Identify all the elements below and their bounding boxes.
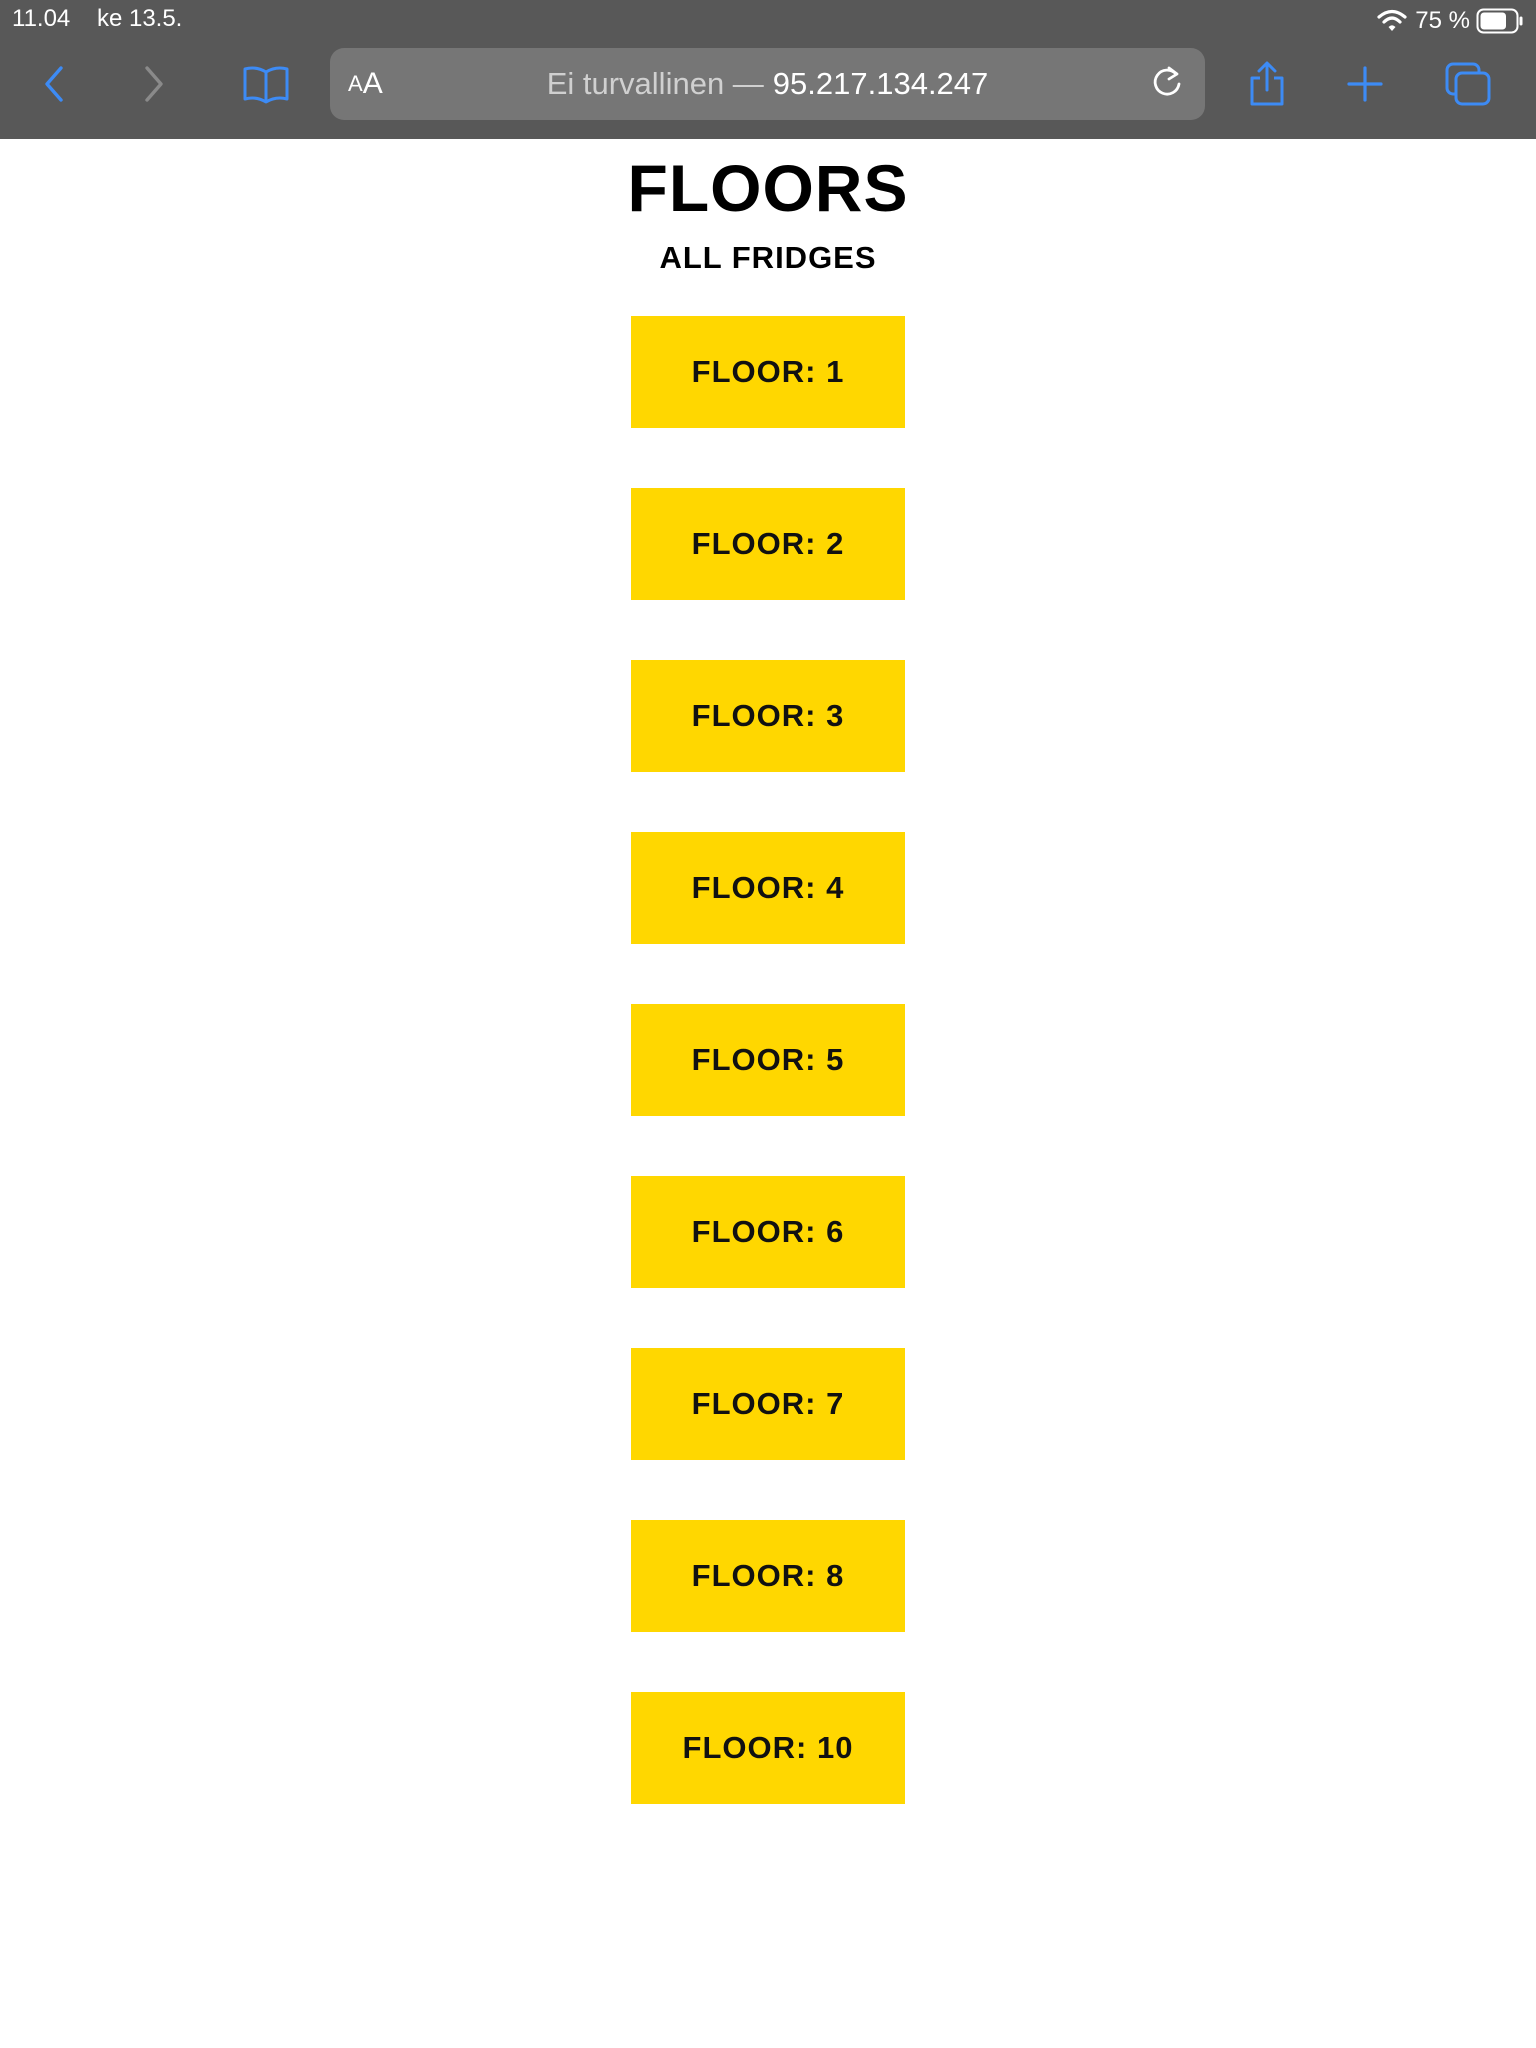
floor-button[interactable]: FLOOR: 6 xyxy=(631,1176,905,1288)
forward-button[interactable] xyxy=(126,56,182,112)
floor-button[interactable]: FLOOR: 3 xyxy=(631,660,905,772)
security-label: Ei turvallinen — xyxy=(546,66,764,101)
status-indicators: 75 % xyxy=(1377,5,1524,37)
status-time: 11.04 ke 13.5. xyxy=(12,5,182,33)
floor-button[interactable]: FLOOR: 1 xyxy=(631,316,905,428)
new-tab-button[interactable] xyxy=(1337,56,1393,112)
floor-button[interactable]: FLOOR: 8 xyxy=(631,1520,905,1632)
address-bar[interactable]: A A Ei turvallinen — 95.217.134.247 xyxy=(330,48,1205,120)
tabs-icon xyxy=(1444,61,1492,107)
url-display[interactable]: Ei turvallinen — 95.217.134.247 xyxy=(330,48,1205,120)
floor-list: FLOOR: 1 FLOOR: 2 FLOOR: 3 FLOOR: 4 FLOOR: 5… xyxy=(631,316,905,1864)
battery-icon xyxy=(1476,8,1524,34)
status-date: ke 13.5. xyxy=(96,5,183,32)
page-title: FLOORS xyxy=(627,151,909,225)
reload-icon xyxy=(1149,64,1185,105)
tabs-button[interactable] xyxy=(1440,56,1496,112)
wifi-icon xyxy=(1377,9,1407,33)
book-icon xyxy=(242,64,290,104)
floor-button[interactable]: FLOOR: 2 xyxy=(631,488,905,600)
bookmarks-button[interactable] xyxy=(238,56,294,112)
floor-button[interactable]: FLOOR: 5 xyxy=(631,1004,905,1116)
plus-icon xyxy=(1345,64,1385,104)
share-icon xyxy=(1247,60,1287,108)
page-subtitle: ALL FRIDGES xyxy=(659,240,877,275)
reload-button[interactable] xyxy=(1143,60,1191,108)
floor-button[interactable]: FLOOR: 4 xyxy=(631,832,905,944)
browser-chrome: 11.04 ke 13.5. 75 % A A Ei turvallinen —… xyxy=(0,0,1536,139)
back-button[interactable] xyxy=(26,56,82,112)
floor-button[interactable]: FLOOR: 10 xyxy=(631,1692,905,1804)
chevron-left-icon xyxy=(39,64,69,104)
battery-percent: 75 % xyxy=(1415,7,1470,34)
chevron-right-icon xyxy=(139,64,169,104)
url-host: 95.217.134.247 xyxy=(772,66,989,101)
share-button[interactable] xyxy=(1239,56,1295,112)
floor-button[interactable]: FLOOR: 7 xyxy=(631,1348,905,1460)
status-clock: 11.04 xyxy=(12,5,71,32)
